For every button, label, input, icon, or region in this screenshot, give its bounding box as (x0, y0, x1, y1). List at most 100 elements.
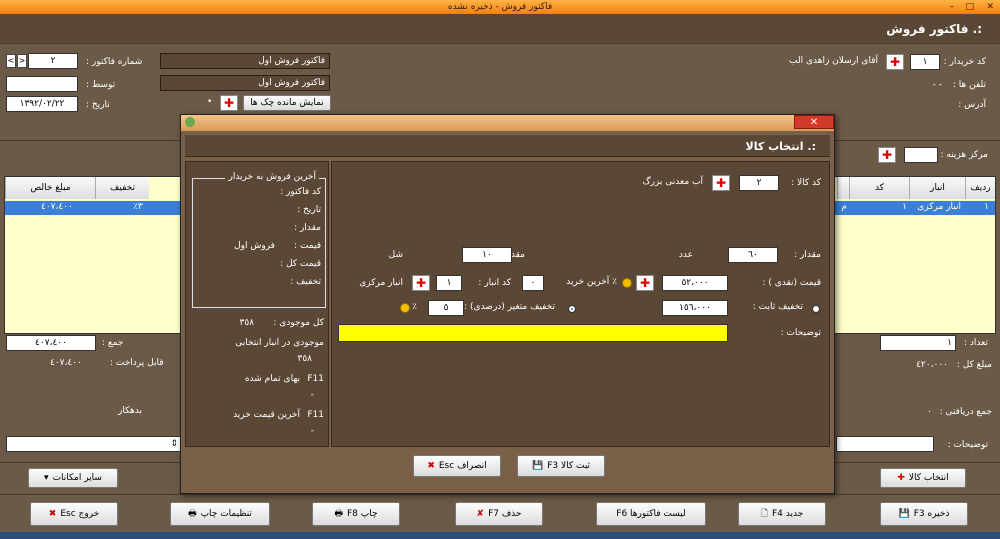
register-goods-button[interactable]: ثبت کالا F3 💾 (517, 455, 605, 477)
window-titlebar: فاکتور فروش - ذخیره نشده (0, 0, 1000, 14)
col-net[interactable]: مبلغ خالص (5, 177, 95, 199)
price-history-icon[interactable]: ✚ (636, 275, 654, 291)
date-label: تاریخ : (86, 100, 110, 110)
date-input[interactable]: ١٣٩٢/٠٢/٢٢ (6, 96, 78, 112)
side-discount-label: تخفیف : (290, 277, 321, 287)
var-disc-input[interactable]: ٥ (428, 300, 464, 316)
wh-name: انبار مرکزی (359, 278, 403, 288)
wh-num-input[interactable]: ١ (436, 275, 462, 291)
notes-input[interactable]: ⇕ (6, 436, 182, 452)
show-checks-button[interactable]: نمایش مانده چک ها (243, 95, 331, 111)
total-value: ٤٢٠،٠٠٠ (916, 360, 948, 370)
side-price-value: فروش اول (234, 241, 275, 251)
taskbar (0, 532, 1000, 539)
coin-icon (622, 278, 632, 288)
buyer-code-input[interactable]: ١ (910, 54, 940, 70)
goods-name: آب معدنی بزرگ (642, 177, 703, 187)
side-qty-label: مقدار : (294, 223, 321, 233)
total-label: مبلغ کل : (956, 360, 992, 370)
f11-a: F11 (307, 374, 324, 384)
debtor-label: بدهکار (118, 406, 143, 416)
fixed-disc-label: تخفیف ثابت : (752, 302, 803, 312)
col-discount[interactable]: تخفیف (95, 177, 149, 199)
add-cost-center-icon[interactable]: ✚ (878, 147, 896, 163)
cancel-button[interactable]: انصراف Esc ✖ (413, 455, 501, 477)
by-label: توسط : (86, 80, 116, 90)
add-check-icon[interactable]: ✚ (220, 95, 238, 111)
qty2-input[interactable]: ١٠ (462, 247, 512, 263)
invoice-type-1: فاکتور فروش اول (160, 53, 330, 69)
add-buyer-icon[interactable]: ✚ (886, 54, 904, 70)
close-window-button[interactable]: ✕ (986, 0, 994, 14)
print-button[interactable]: چاپ F8 🖶 (312, 502, 400, 526)
exit-button[interactable]: خروج Esc ✖ (30, 502, 118, 526)
sum-label: جمع : (102, 338, 124, 348)
select-warehouse-icon[interactable]: ✚ (412, 275, 430, 291)
prev-invoice-button[interactable]: < (6, 54, 16, 68)
phone-value: - - (932, 80, 942, 90)
col-warehouse[interactable]: انبار (909, 177, 965, 199)
dot-marker: • (207, 97, 213, 107)
goods-code-input[interactable]: ٢ (739, 175, 779, 191)
cancel-icon: ✖ (427, 461, 435, 471)
price-input[interactable]: ٥٢،٠٠٠ (662, 275, 728, 291)
app-icon (185, 117, 195, 127)
maximize-button[interactable]: □ (965, 0, 974, 14)
delete-button[interactable]: حذف F7 ✘ (455, 502, 543, 526)
variable-discount-radio[interactable] (568, 305, 576, 313)
other-options-button[interactable]: سایر امکانات ▾ (28, 468, 118, 488)
dialog-notes-input[interactable] (338, 324, 728, 342)
invoice-type-2: فاکتور فروش اول (160, 75, 330, 91)
col-index[interactable]: ردیف (965, 177, 995, 199)
page-header: :. فاکتور فروش (0, 14, 1000, 44)
new-label: جدید F4 (771, 509, 804, 519)
notes-input-right[interactable] (836, 436, 934, 452)
row-index: ١ (984, 202, 989, 212)
printer-icon: 🖶 (334, 509, 343, 519)
print-label: چاپ F8 (346, 509, 378, 519)
delete-icon: ✘ (476, 509, 485, 519)
select-goods-button[interactable]: انتخاب کالا ✚ (880, 468, 966, 488)
price-label: قیمت (نقدی ) : (762, 278, 821, 288)
by-input[interactable] (6, 76, 78, 92)
col-blank[interactable] (837, 177, 849, 199)
dialog-notes-label: توضیحات : (780, 328, 821, 338)
save-label: ذخیره F3 (913, 509, 950, 519)
pct-sign: ٪ (412, 302, 417, 312)
invoice-no-input[interactable]: ٢ (28, 53, 78, 69)
received-label: جمع دریافتی : (939, 407, 992, 417)
unit2: شل (388, 250, 403, 260)
cost-label: بهای تمام شده (244, 374, 300, 384)
print-settings-button[interactable]: تنظیمات چاپ 🖶 (170, 502, 270, 526)
save-icon: 💾 (531, 461, 544, 471)
cost-center-input[interactable] (904, 147, 938, 163)
select-goods-dialog: ✕ :. انتخاب کالا آخرین فروش به خریدار کد… (180, 114, 835, 494)
next-invoice-button[interactable]: > (17, 54, 27, 68)
stock-wh-label: موجودی در انبار انتخابی (235, 338, 324, 348)
qty-input[interactable]: ٦٠ (728, 247, 778, 263)
fixed-discount-radio[interactable] (812, 305, 820, 313)
sum-value: ٤٠٧،٤٠٠ (6, 335, 96, 351)
dialog-close-button[interactable]: ✕ (794, 115, 834, 129)
col-code[interactable]: کد (849, 177, 909, 199)
buyer-code-label: کد خریدار : (943, 57, 986, 67)
dropdown-arrow-icon: ▾ (44, 473, 49, 483)
fixed-disc-input[interactable]: ١٥٦،٠٠٠ (662, 300, 728, 316)
row-code-frag: م (841, 202, 847, 212)
save-icon: 💾 (898, 509, 910, 519)
row-wh-code: ١ (902, 202, 907, 212)
invoice-list-button[interactable]: لیست فاکتورها F6 (596, 502, 706, 526)
wh-code-input[interactable]: ٠ (522, 275, 544, 291)
last-sale-title: آخرین فروش به خریدار (225, 172, 319, 182)
invoice-no-label: شماره فاکتور : (86, 57, 143, 67)
minimize-button[interactable]: – (950, 0, 955, 14)
save-button[interactable]: ذخیره F3 💾 (880, 502, 968, 526)
unit1: عدد (678, 250, 693, 260)
search-goods-icon[interactable]: ✚ (712, 175, 730, 191)
side-invoice-label: کد فاکتور : (280, 187, 321, 197)
print-settings-label: تنظیمات چاپ (200, 509, 252, 519)
row-net: ٤٠٧،٤٠٠ (41, 202, 73, 212)
stock-value: ٣٥٨ (239, 318, 254, 328)
last-buy-value: - (310, 426, 314, 436)
new-button[interactable]: جدید F4 🗋 (738, 502, 826, 526)
